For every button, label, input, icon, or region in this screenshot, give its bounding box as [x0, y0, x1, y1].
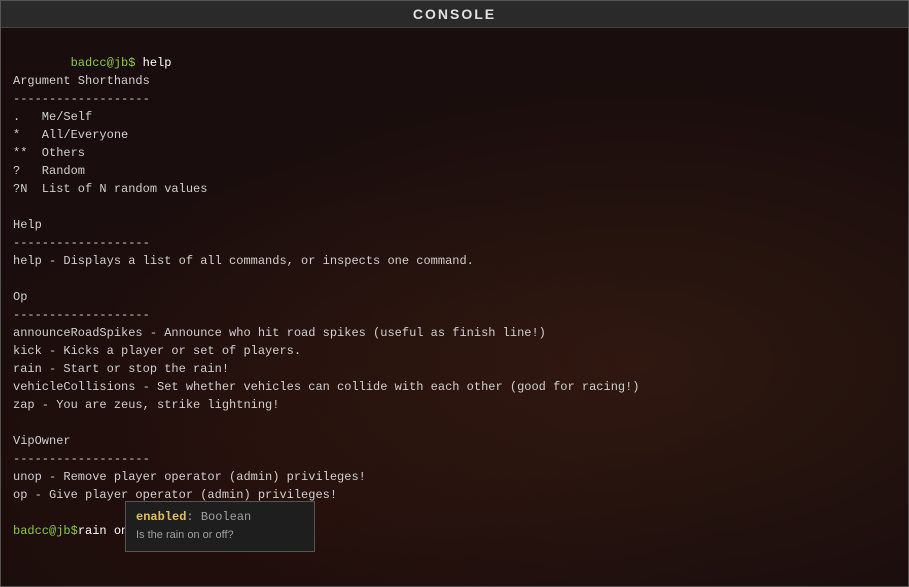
param-type: : Boolean: [186, 510, 251, 524]
param-name: enabled: [136, 510, 186, 524]
cmd-help: help: [143, 56, 172, 70]
console-window: CONSOLE badcc@jb$ help Argument Shorthan…: [0, 0, 909, 587]
console-output: badcc@jb$ help Argument Shorthands -----…: [13, 36, 896, 522]
console-body[interactable]: badcc@jb$ help Argument Shorthands -----…: [1, 28, 908, 586]
autocomplete-description: Is the rain on or off?: [136, 528, 304, 543]
line-arg-shorthands-header: Argument Shorthands ------------------- …: [13, 74, 640, 502]
console-content: badcc@jb$ help Argument Shorthands -----…: [13, 36, 896, 538]
title-bar: CONSOLE: [1, 1, 908, 28]
autocomplete-param: enabled: Boolean: [136, 510, 304, 524]
autocomplete-popup: enabled: Boolean Is the rain on or off?: [125, 501, 315, 552]
window-title: CONSOLE: [413, 6, 496, 22]
input-value: rain on: [78, 524, 128, 538]
prompt-1: badcc@jb$: [71, 56, 143, 70]
input-prompt: badcc@jb$: [13, 524, 78, 538]
